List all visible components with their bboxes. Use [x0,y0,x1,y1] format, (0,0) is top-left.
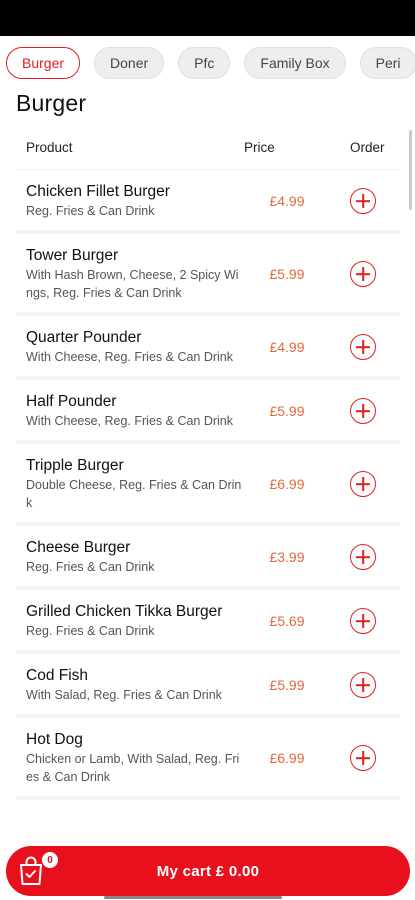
table-header: Product Price Order [16,126,400,170]
item-name: Chicken Fillet Burger [26,183,170,200]
item-name: Hot Dog [26,731,83,748]
item-description: With Cheese, Reg. Fries & Can Drink [26,350,234,364]
menu-item: Hot Dog Chicken or Lamb, With Salad, Reg… [16,718,400,800]
menu-item: Tower Burger With Hash Brown, Cheese, 2 … [16,234,400,316]
tab-peri[interactable]: Peri [359,47,415,79]
status-bar [0,0,415,36]
tab-burger[interactable]: Burger [6,47,81,79]
item-description: With Hash Brown, Cheese, 2 Spicy Wings, … [26,268,239,300]
plus-circle-icon[interactable] [350,188,376,214]
item-price: £6.99 [269,750,305,766]
item-price: £5.99 [269,266,305,282]
item-info: Half Pounder With Cheese, Reg. Fries & C… [16,392,248,430]
item-description: With Cheese, Reg. Fries & Can Drink [26,414,234,428]
item-info: Cheese Burger Reg. Fries & Can Drink [16,538,248,576]
item-description: Chicken or Lamb, With Salad, Reg. Fries … [26,752,240,784]
item-price: £4.99 [269,193,305,209]
item-price: £5.69 [269,613,305,629]
header-product: Product [26,140,73,155]
shopping-bag-icon [20,856,42,885]
menu-item: Cheese Burger Reg. Fries & Can Drink £3.… [16,526,400,590]
my-cart-button[interactable]: 0 My cart £ 0.00 [6,846,410,896]
item-name: Tower Burger [26,247,119,264]
menu-item: Chicken Fillet Burger Reg. Fries & Can D… [16,170,400,234]
item-name: Grilled Chicken Tikka Burger [26,603,223,620]
item-name: Cod Fish [26,667,89,684]
home-indicator [104,896,282,899]
item-price: £6.99 [269,476,305,492]
item-description: Reg. Fries & Can Drink [26,560,155,574]
header-order: Order [350,140,385,155]
tab-pfc[interactable]: Pfc [178,47,231,79]
menu-item: Cod Fish With Salad, Reg. Fries & Can Dr… [16,654,400,718]
item-info: Tower Burger With Hash Brown, Cheese, 2 … [16,246,248,302]
cart-total-label: My cart £ 0.00 [156,862,260,880]
item-name: Tripple Burger [26,457,124,474]
header-price: Price [244,140,275,155]
item-description: With Salad, Reg. Fries & Can Drink [26,688,222,702]
section-title: Burger [16,90,87,116]
tab-doner[interactable]: Doner [94,47,165,79]
item-name: Cheese Burger [26,539,131,556]
item-price: £3.99 [269,549,305,565]
item-info: Tripple Burger Double Cheese, Reg. Fries… [16,456,248,512]
item-info: Quarter Pounder With Cheese, Reg. Fries … [16,328,248,366]
plus-circle-icon[interactable] [350,544,376,570]
item-description: Reg. Fries & Can Drink [26,204,155,218]
plus-circle-icon[interactable] [350,745,376,771]
plus-circle-icon[interactable] [350,608,376,634]
item-description: Reg. Fries & Can Drink [26,624,155,638]
menu-item: Tripple Burger Double Cheese, Reg. Fries… [16,444,400,526]
item-info: Hot Dog Chicken or Lamb, With Salad, Reg… [16,730,248,786]
menu-item: Quarter Pounder With Cheese, Reg. Fries … [16,316,400,380]
tab-family-box[interactable]: Family Box [244,47,346,79]
item-name: Quarter Pounder [26,329,142,346]
category-tabs: Burger Doner Pfc Family Box Peri [0,36,415,90]
plus-circle-icon[interactable] [350,672,376,698]
item-price: £4.99 [269,339,305,355]
menu-item: Half Pounder With Cheese, Reg. Fries & C… [16,380,400,444]
item-info: Chicken Fillet Burger Reg. Fries & Can D… [16,182,248,220]
plus-circle-icon[interactable] [350,398,376,424]
scrollbar[interactable] [409,130,412,210]
item-name: Half Pounder [26,393,117,410]
item-info: Grilled Chicken Tikka Burger Reg. Fries … [16,602,248,640]
item-info: Cod Fish With Salad, Reg. Fries & Can Dr… [16,666,248,704]
item-price: £5.99 [269,677,305,693]
menu-table: Product Price Order Chicken Fillet Burge… [16,126,400,840]
menu-item: Grilled Chicken Tikka Burger Reg. Fries … [16,590,400,654]
plus-circle-icon[interactable] [350,261,376,287]
item-description: Double Cheese, Reg. Fries & Can Drink [26,478,242,510]
cart-count-badge: 0 [42,852,58,868]
item-price: £5.99 [269,403,305,419]
plus-circle-icon[interactable] [350,334,376,360]
plus-circle-icon[interactable] [350,471,376,497]
